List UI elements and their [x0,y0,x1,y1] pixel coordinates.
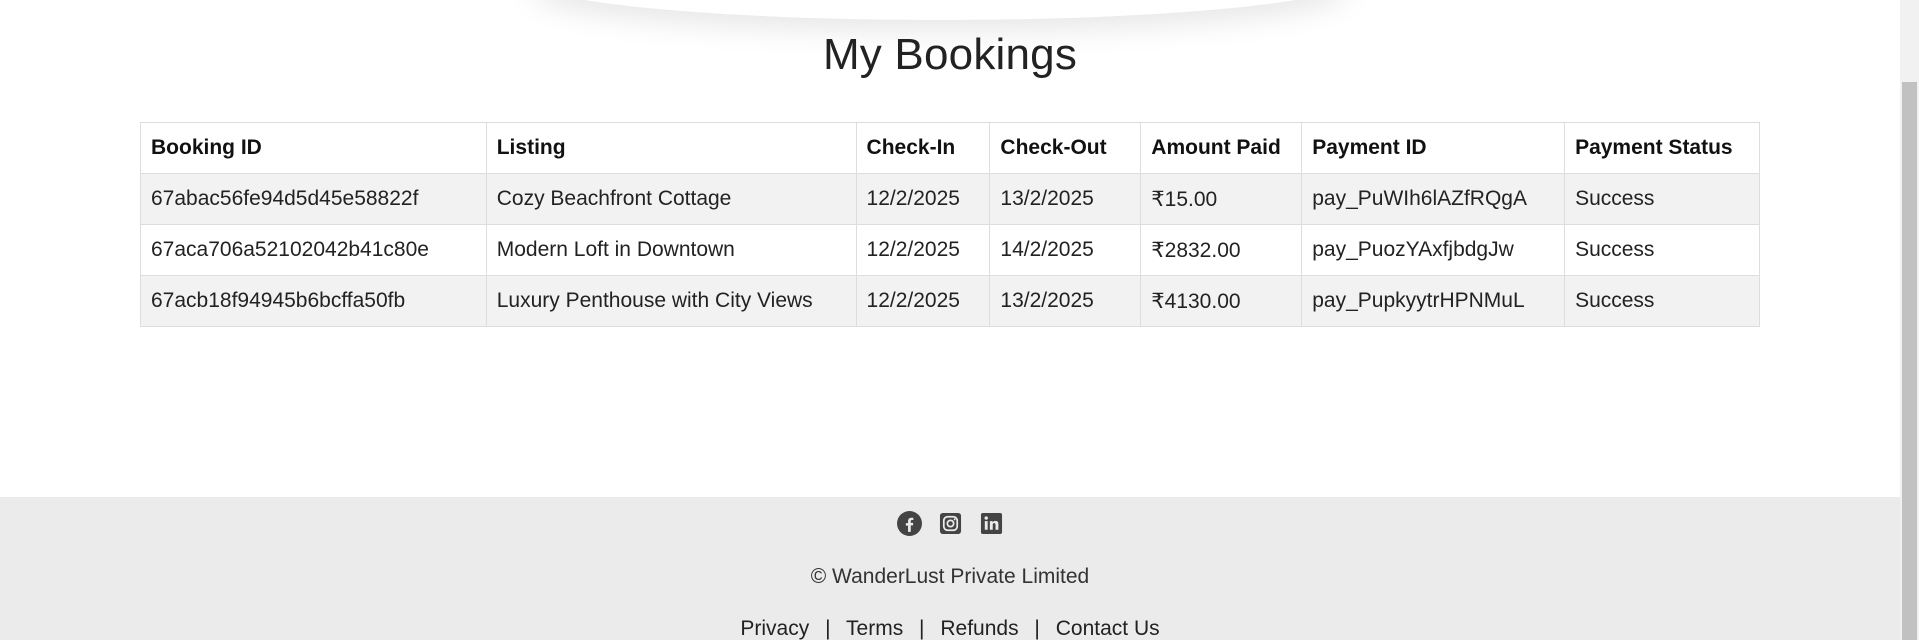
cell-check-out: 13/2/2025 [989,173,1142,225]
cell-amount-paid: ₹15.00 [1140,173,1303,225]
cell-payment-status: Success [1564,275,1760,327]
footer-links: Privacy | Terms | Refunds | Contact Us [0,617,1900,640]
header-check-in: Check-In [855,122,991,174]
terms-link[interactable]: Terms [846,617,903,640]
table-header-row: Booking ID Listing Check-In Check-Out Am… [140,122,1760,174]
cell-check-in: 12/2/2025 [855,224,991,276]
cell-check-out: 14/2/2025 [989,224,1142,276]
cell-payment-id: pay_PuWIh6lAZfRQgA [1301,173,1566,225]
privacy-link[interactable]: Privacy [740,617,809,640]
link-separator: | [919,617,925,640]
cell-booking-id: 67aca706a52102042b41c80e [140,224,487,276]
cell-check-in: 12/2/2025 [855,275,991,327]
navbar-shadow [530,0,1350,20]
cell-payment-status: Success [1564,224,1760,276]
cell-booking-id: 67acb18f94945b6bcffa50fb [140,275,487,327]
facebook-icon[interactable] [896,511,922,536]
page: My Bookings Booking ID Listing Check-In … [0,0,1919,640]
link-separator: | [1034,617,1040,640]
cell-listing: Luxury Penthouse with City Views [485,275,857,327]
header-listing: Listing [485,122,857,174]
header-payment-id: Payment ID [1301,122,1566,174]
page-title: My Bookings [822,30,1078,79]
vertical-scrollbar[interactable] [1900,0,1919,640]
header-payment-status: Payment Status [1564,122,1760,174]
cell-listing: Modern Loft in Downtown [485,224,857,276]
cell-booking-id: 67abac56fe94d5d45e58822f [140,173,487,225]
bookings-table: Booking ID Listing Check-In Check-Out Am… [140,122,1760,327]
refunds-link[interactable]: Refunds [940,617,1018,640]
table-row: 67abac56fe94d5d45e58822f Cozy Beachfront… [140,173,1760,225]
cell-payment-id: pay_PuozYAxfjbdgJw [1301,224,1566,276]
cell-payment-status: Success [1564,173,1760,225]
contact-us-link[interactable]: Contact Us [1056,617,1160,640]
header-booking-id: Booking ID [140,122,487,174]
cell-amount-paid: ₹2832.00 [1140,224,1303,276]
cell-amount-paid: ₹4130.00 [1140,275,1303,327]
scrollbar-thumb[interactable] [1902,82,1917,640]
main-content: My Bookings Booking ID Listing Check-In … [0,0,1900,497]
copyright-text: © WanderLust Private Limited [810,565,1090,588]
header-check-out: Check-Out [989,122,1142,174]
cell-check-out: 13/2/2025 [989,275,1142,327]
cell-listing: Cozy Beachfront Cottage [485,173,857,225]
instagram-icon[interactable] [938,511,963,536]
footer: © WanderLust Private Limited Privacy | T… [0,497,1900,640]
linkedin-icon[interactable] [979,511,1004,536]
header-amount-paid: Amount Paid [1140,122,1303,174]
link-separator: | [825,617,831,640]
social-links [0,511,1900,536]
cell-payment-id: pay_PupkyytrHPNMuL [1301,275,1566,327]
cell-check-in: 12/2/2025 [855,173,991,225]
table-row: 67aca706a52102042b41c80e Modern Loft in … [140,224,1760,276]
table-row: 67acb18f94945b6bcffa50fb Luxury Penthous… [140,275,1760,327]
